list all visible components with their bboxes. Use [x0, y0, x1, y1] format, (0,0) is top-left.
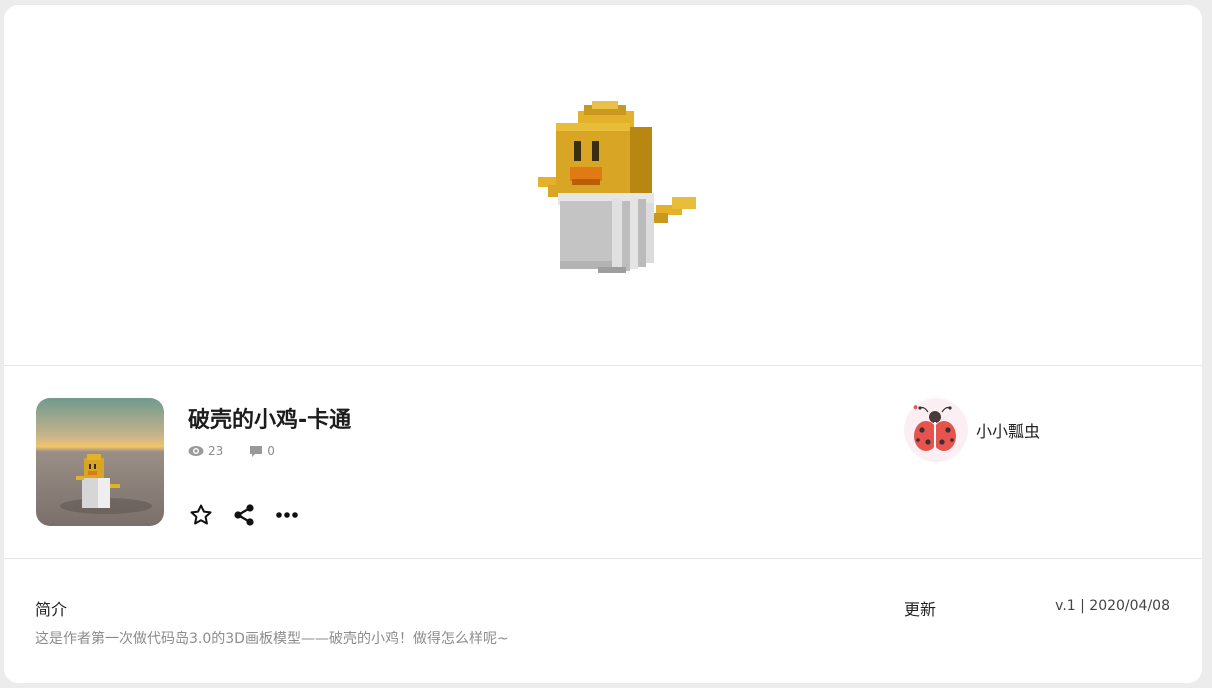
more-button[interactable]: [274, 502, 300, 528]
comments-count: 0: [267, 444, 275, 458]
update-value: v.1 | 2020/04/08: [1055, 598, 1170, 614]
eye-icon: [188, 446, 204, 456]
update-heading: 更新: [904, 600, 937, 619]
description-section: 简介 这是作者第一次做代码岛3.0的3D画板模型——破壳的小鸡！做得怎么样呢~ …: [4, 559, 1202, 683]
ladybug-avatar-icon: [906, 402, 966, 460]
share-icon: [234, 504, 254, 526]
avatar[interactable]: [904, 398, 968, 462]
model-detail-card: 破壳的小鸡-卡通 23 0 小小瓢虫 简介 这是作者第一次做代码岛3.0的3D画…: [4, 5, 1202, 683]
share-button[interactable]: [231, 502, 257, 528]
more-icon: [276, 512, 298, 518]
intro-text: 这是作者第一次做代码岛3.0的3D画板模型——破壳的小鸡！做得怎么样呢~: [35, 631, 509, 647]
model-info-section: 破壳的小鸡-卡通 23 0 小小瓢虫: [4, 366, 1202, 559]
favorite-button[interactable]: [188, 502, 214, 528]
comments-stat: 0: [249, 444, 275, 458]
model-thumbnail[interactable]: [36, 398, 164, 526]
model-title: 破壳的小鸡-卡通: [188, 408, 352, 433]
author-name[interactable]: 小小瓢虫: [976, 418, 1040, 442]
views-count: 23: [208, 444, 224, 458]
model-stats: 23 0: [188, 444, 301, 458]
model-preview[interactable]: [4, 5, 1202, 366]
thumbnail-image: [36, 398, 164, 526]
model-actions: [188, 502, 317, 528]
comment-icon: [250, 445, 263, 457]
intro-heading: 简介: [35, 600, 68, 619]
views-stat: 23: [188, 444, 223, 458]
star-icon: [190, 504, 212, 525]
author-profile[interactable]: 小小瓢虫: [904, 398, 1040, 462]
voxel-chick-model: [538, 101, 696, 273]
